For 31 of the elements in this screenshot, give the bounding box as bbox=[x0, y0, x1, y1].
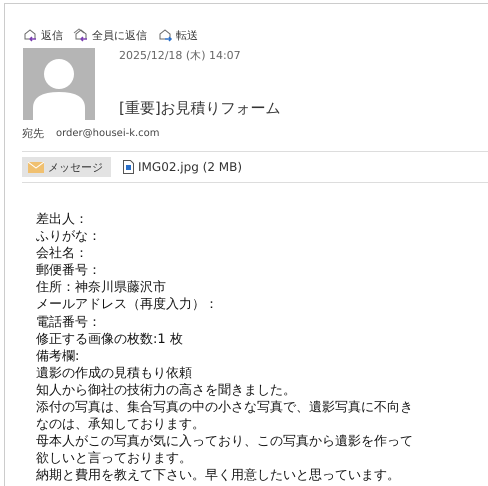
file-icon bbox=[123, 160, 134, 174]
body-text-line: ふりがな： bbox=[36, 228, 102, 246]
attachment-tab[interactable]: IMG02.jpg (2 MB) bbox=[117, 157, 248, 177]
body-text-line: 納期と費用を教えて下さい。早く用意したいと思っています。 bbox=[36, 467, 401, 484]
to-label: 宛先 bbox=[22, 126, 44, 140]
body-text-line: 電話番号： bbox=[36, 314, 102, 331]
body-text-line: 母本人がこの写真が気に入っており、この写真から遺影を作って bbox=[36, 433, 414, 450]
reply-icon bbox=[22, 27, 38, 43]
envelope-icon bbox=[28, 162, 44, 172]
avatar-icon bbox=[23, 48, 95, 120]
body-text-line: 知人から御社の技術力の高さを聞きました。 bbox=[36, 382, 297, 400]
body-text-line: 添付の写真は、集合写真の中の小さな写真で、遺影写真に不向き bbox=[36, 399, 414, 416]
body-text-line: 住所：神奈川県藤沢市 bbox=[36, 279, 167, 296]
sent-date: 2025/12/18 (木) 14:07 bbox=[119, 48, 242, 63]
recipient-address: order@housei-k.com bbox=[56, 128, 160, 138]
message-tab[interactable]: メッセージ bbox=[22, 157, 111, 177]
body-text-line: 差出人： bbox=[36, 211, 89, 228]
body-text-line: 備考欄: bbox=[36, 348, 80, 365]
body-text-line: メールアドレス（再度入力）： bbox=[36, 296, 219, 314]
forward-icon bbox=[157, 27, 173, 43]
body-text-line: 郵便番号： bbox=[36, 262, 102, 280]
reply-all-button[interactable]: 全員に返信 bbox=[73, 27, 147, 43]
subject: [重要]お見積りフォーム bbox=[119, 99, 281, 118]
forward-button[interactable]: 転送 bbox=[157, 27, 198, 43]
reply-icon bbox=[73, 27, 89, 43]
reply-button[interactable]: 返信 bbox=[22, 27, 63, 43]
body-text-line: 修正する画像の枚数:1 枚 bbox=[36, 330, 184, 348]
body-text-line: 会社名： bbox=[36, 245, 89, 262]
body-text-line: なのは、承知しております。 bbox=[36, 416, 206, 434]
body-text-line: 欲しいと言っております。 bbox=[36, 450, 193, 468]
body-text-line: 遺影の作成の見積もり依頼 bbox=[36, 364, 193, 382]
